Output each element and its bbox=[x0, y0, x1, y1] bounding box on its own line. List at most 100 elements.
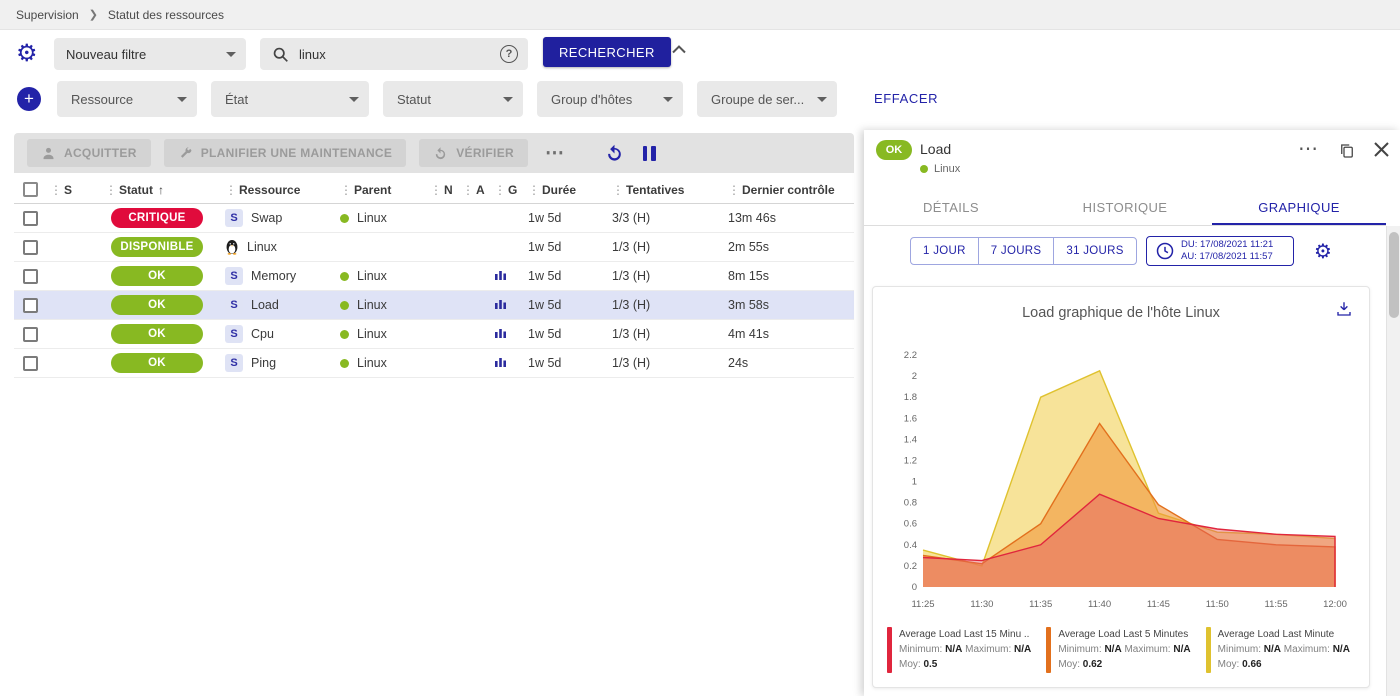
column-header-dernier-controle[interactable]: ⋮ Dernier contrôle bbox=[728, 183, 854, 197]
table-row-memory[interactable]: OK SMemory Linux 1w 5d 1/3 (H) 8m 15s bbox=[14, 262, 854, 291]
graph-icon[interactable] bbox=[494, 326, 507, 339]
download-icon[interactable] bbox=[1335, 300, 1353, 323]
svg-text:1.6: 1.6 bbox=[904, 413, 917, 424]
table-row-cpu[interactable]: OK SCpu Linux 1w 5d 1/3 (H) 4m 41s bbox=[14, 320, 854, 349]
column-kebab-icon[interactable]: ⋮ bbox=[50, 183, 62, 197]
add-criteria-icon[interactable]: + bbox=[17, 87, 41, 111]
column-kebab-icon[interactable]: ⋮ bbox=[340, 183, 352, 197]
sort-asc-icon[interactable]: ↑ bbox=[158, 183, 164, 197]
cell-resource[interactable]: SLoad bbox=[225, 296, 340, 314]
graph-icon[interactable] bbox=[494, 268, 507, 281]
column-header-parent[interactable]: ⋮ Parent bbox=[340, 183, 430, 197]
panel-more-icon[interactable]: ⋯ bbox=[1298, 136, 1318, 161]
svg-text:0.6: 0.6 bbox=[904, 519, 917, 530]
criteria-dropdown-ressource[interactable]: Ressource bbox=[57, 81, 197, 117]
cell-parent[interactable]: Linux bbox=[340, 211, 430, 225]
panel-scrollbar[interactable] bbox=[1386, 226, 1400, 696]
column-header-n[interactable]: ⋮ N bbox=[430, 183, 462, 197]
chevron-down-icon bbox=[663, 97, 673, 102]
time-button-1-jour[interactable]: 1 JOUR bbox=[910, 237, 979, 265]
column-kebab-icon[interactable]: ⋮ bbox=[728, 183, 740, 197]
column-header-ressource[interactable]: ⋮ Ressource bbox=[225, 183, 340, 197]
refresh-icon[interactable] bbox=[605, 144, 624, 163]
tab-details[interactable]: DÉTAILS bbox=[864, 192, 1038, 225]
table-row-linux[interactable]: DISPONIBLE Linux 1w 5d 1/3 (H) 2m 55s bbox=[14, 233, 854, 262]
legend-minmax: Minimum: N/A Maximum: N/A bbox=[1218, 642, 1350, 657]
graph-icon[interactable] bbox=[494, 297, 507, 310]
column-kebab-icon[interactable]: ⋮ bbox=[528, 183, 540, 197]
column-header-statut[interactable]: ⋮ Statut ↑ bbox=[105, 183, 225, 197]
criteria-dropdown-etat[interactable]: État bbox=[211, 81, 369, 117]
column-header-tentatives[interactable]: ⋮ Tentatives bbox=[612, 183, 728, 197]
svg-text:2: 2 bbox=[912, 371, 917, 382]
acknowledge-button[interactable]: ACQUITTER bbox=[27, 139, 151, 167]
criteria-dropdown-groupe-de-ser[interactable]: Groupe de ser... bbox=[697, 81, 837, 117]
legend-item-average-load-last-5-minutes[interactable]: Average Load Last 5 Minutes Minimum: N/A… bbox=[1046, 627, 1205, 673]
row-checkbox[interactable] bbox=[23, 269, 38, 284]
tab-historique[interactable]: HISTORIQUE bbox=[1038, 192, 1212, 225]
cell-parent[interactable]: Linux bbox=[340, 298, 430, 312]
search-button[interactable]: RECHERCHER bbox=[543, 37, 671, 67]
legend-item-average-load-last-minute[interactable]: Average Load Last Minute Minimum: N/A Ma… bbox=[1206, 627, 1365, 673]
row-checkbox[interactable] bbox=[23, 327, 38, 342]
cell-resource[interactable]: SSwap bbox=[225, 209, 340, 227]
cell-resource[interactable]: SPing bbox=[225, 354, 340, 372]
column-kebab-icon[interactable]: ⋮ bbox=[430, 183, 442, 197]
saved-filter-select[interactable]: Nouveau filtre bbox=[54, 38, 246, 70]
row-checkbox[interactable] bbox=[23, 298, 38, 313]
criteria-dropdown-statut[interactable]: Statut bbox=[383, 81, 523, 117]
scrollbar-thumb[interactable] bbox=[1389, 232, 1399, 318]
column-header-g[interactable]: ⋮ G bbox=[494, 183, 528, 197]
criteria-dropdown-group-d-hotes[interactable]: Group d'hôtes bbox=[537, 81, 683, 117]
parent-status-dot bbox=[340, 272, 349, 281]
legend-average: Moy: 0.5 bbox=[899, 657, 1031, 672]
graph-settings-gear-icon[interactable]: ⚙ bbox=[1314, 239, 1332, 263]
row-checkbox[interactable] bbox=[23, 356, 38, 371]
search-input[interactable] bbox=[299, 47, 490, 62]
tab-graphique[interactable]: GRAPHIQUE bbox=[1212, 192, 1386, 225]
cell-duration: 1w 5d bbox=[528, 327, 612, 341]
help-icon[interactable]: ? bbox=[500, 45, 518, 63]
row-checkbox[interactable] bbox=[23, 211, 38, 226]
cell-resource[interactable]: SCpu bbox=[225, 325, 340, 343]
select-all-checkbox[interactable] bbox=[23, 182, 38, 197]
cell-parent[interactable]: Linux bbox=[340, 356, 430, 370]
table-row-load[interactable]: OK SLoad Linux 1w 5d 1/3 (H) 3m 58s bbox=[14, 291, 854, 320]
column-kebab-icon[interactable]: ⋮ bbox=[494, 183, 506, 197]
panel-tabs: DÉTAILSHISTORIQUEGRAPHIQUE bbox=[864, 192, 1386, 226]
maintenance-button[interactable]: PLANIFIER UNE MAINTENANCE bbox=[164, 139, 407, 167]
cell-resource[interactable]: SMemory bbox=[225, 267, 340, 285]
graph-icon[interactable] bbox=[494, 355, 507, 368]
column-header-a[interactable]: ⋮ A bbox=[462, 183, 494, 197]
breadcrumb-item[interactable]: Supervision bbox=[16, 8, 79, 22]
load-area-chart[interactable]: 00.20.40.60.811.21.41.61.822.211:2511:30… bbox=[881, 343, 1351, 615]
search-box[interactable]: ? bbox=[260, 38, 528, 70]
cell-resource[interactable]: Linux bbox=[225, 239, 340, 255]
copy-link-icon[interactable] bbox=[1338, 142, 1356, 165]
date-range-picker[interactable]: DU: 17/08/2021 11:21 AU: 17/08/2021 11:5… bbox=[1146, 236, 1294, 266]
column-kebab-icon[interactable]: ⋮ bbox=[225, 183, 237, 197]
pause-icon[interactable] bbox=[643, 146, 656, 161]
check-button[interactable]: VÉRIFIER bbox=[419, 139, 528, 167]
service-icon: S bbox=[225, 296, 243, 314]
column-kebab-icon[interactable]: ⋮ bbox=[612, 183, 624, 197]
chevron-down-icon bbox=[503, 97, 513, 102]
table-row-ping[interactable]: OK SPing Linux 1w 5d 1/3 (H) 24s bbox=[14, 349, 854, 378]
time-button-31-jours[interactable]: 31 JOURS bbox=[1053, 237, 1136, 265]
table-row-swap[interactable]: CRITIQUE SSwap Linux 1w 5d 3/3 (H) 13m 4… bbox=[14, 204, 854, 233]
time-button-7-jours[interactable]: 7 JOURS bbox=[978, 237, 1055, 265]
row-checkbox[interactable] bbox=[23, 240, 38, 255]
cell-tries: 3/3 (H) bbox=[612, 211, 728, 225]
column-kebab-icon[interactable]: ⋮ bbox=[105, 183, 117, 197]
clear-filters-button[interactable]: EFFACER bbox=[874, 91, 938, 106]
legend-item-average-load-last-15-minu[interactable]: Average Load Last 15 Minu .. Minimum: N/… bbox=[887, 627, 1046, 673]
column-header-duree[interactable]: ⋮ Durée bbox=[528, 183, 612, 197]
column-header-s[interactable]: ⋮ S bbox=[50, 183, 105, 197]
chevron-up-icon[interactable] bbox=[672, 45, 686, 54]
close-icon[interactable] bbox=[1374, 142, 1389, 162]
cell-parent[interactable]: Linux bbox=[340, 327, 430, 341]
more-actions-icon[interactable]: ⋯ bbox=[541, 142, 568, 165]
cell-parent[interactable]: Linux bbox=[340, 269, 430, 283]
filter-settings-gear-icon[interactable]: ⚙ bbox=[16, 39, 38, 67]
column-kebab-icon[interactable]: ⋮ bbox=[462, 183, 474, 197]
